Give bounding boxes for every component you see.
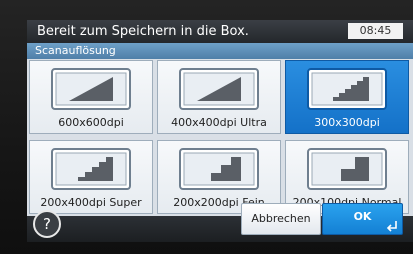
help-button[interactable]: ? <box>33 210 61 238</box>
section-header: Scanauflösung <box>27 43 413 59</box>
clock: 08:45 <box>348 23 403 39</box>
resolution-option-label: 400x400dpi Ultra <box>171 116 267 129</box>
resolution-300-icon <box>307 68 387 110</box>
resolution-200x400-icon <box>51 148 131 190</box>
resolution-option-label: 300x300dpi <box>314 116 380 129</box>
resolution-600-icon <box>51 68 131 110</box>
section-title: Scanauflösung <box>35 44 116 57</box>
resolution-option-200x400[interactable]: 200x400dpi Super <box>29 140 153 214</box>
resolution-option-400x400[interactable]: 400x400dpi Ultra <box>157 60 281 134</box>
touch-screen: Bereit zum Speichern in die Box. 08:45 S… <box>27 20 413 242</box>
resolution-option-label: 200x400dpi Super <box>40 196 142 209</box>
ok-button[interactable]: OK <box>322 203 403 235</box>
status-message: Bereit zum Speichern in die Box. <box>37 24 249 39</box>
resolution-400-icon <box>179 68 259 110</box>
resolution-200-icon <box>179 148 259 190</box>
resolution-200x100-icon <box>307 148 387 190</box>
resolution-grid: 600x600dpi 400x400dpi Ultra 300x300dpi 2… <box>29 60 411 216</box>
enter-icon <box>386 221 397 232</box>
resolution-option-300x300[interactable]: 300x300dpi <box>285 60 409 134</box>
resolution-option-600x600[interactable]: 600x600dpi <box>29 60 153 134</box>
status-bar: Bereit zum Speichern in die Box. 08:45 <box>27 20 413 43</box>
resolution-option-label: 600x600dpi <box>58 116 124 129</box>
cancel-button[interactable]: Abbrechen <box>241 203 321 235</box>
